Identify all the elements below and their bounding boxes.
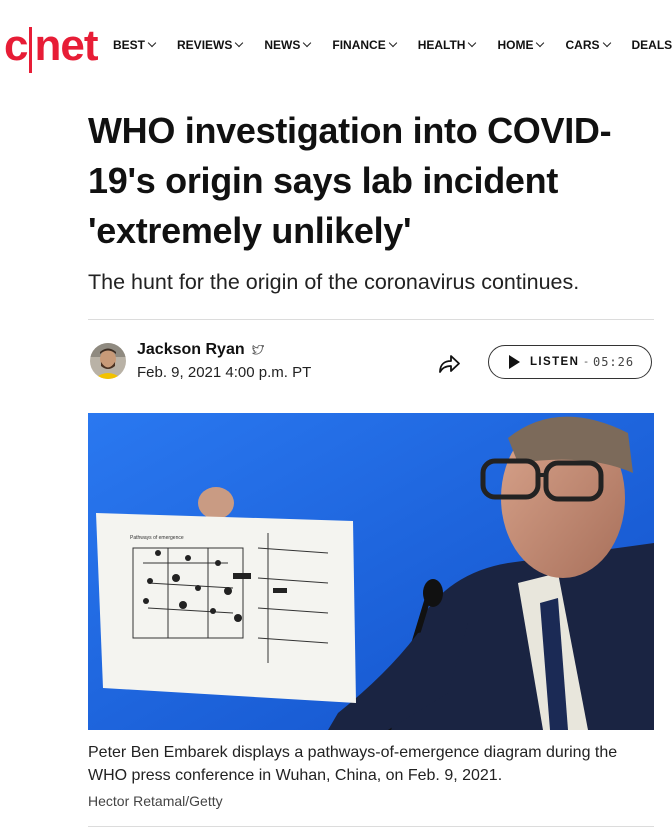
article-hero-image[interactable]: Pathways of emergence bbox=[88, 413, 654, 730]
listen-button[interactable]: LISTEN - 05:26 bbox=[488, 345, 652, 379]
share-button[interactable] bbox=[436, 353, 462, 375]
chevron-down-icon bbox=[468, 38, 477, 48]
image-credit: Hector Retamal/Getty bbox=[88, 793, 223, 809]
nav-item-home[interactable]: HOME bbox=[497, 38, 545, 52]
author-byline: Jackson Ryan bbox=[137, 341, 264, 359]
nav-item-health[interactable]: HEALTH bbox=[418, 38, 477, 52]
image-caption: Peter Ben Embarek displays a pathways-of… bbox=[88, 744, 618, 784]
chevron-down-icon bbox=[147, 38, 157, 48]
article-headline: WHO investigation into COVID-19's origin… bbox=[88, 110, 612, 251]
nav-item-best[interactable]: BEST bbox=[113, 38, 157, 52]
publish-date: Feb. 9, 2021 4:00 p.m. PT bbox=[137, 364, 312, 381]
play-icon bbox=[509, 355, 520, 369]
divider bbox=[88, 826, 654, 827]
chevron-down-icon bbox=[303, 38, 312, 48]
author-avatar[interactable] bbox=[90, 343, 126, 379]
listen-separator: - bbox=[584, 356, 588, 368]
cnet-logo[interactable]: c net bbox=[4, 14, 98, 78]
diagram-title: Pathways of emergence bbox=[130, 535, 184, 541]
site-header: c net BEST REVIEWS NEWS FINANCE HEALTH HO… bbox=[0, 0, 672, 96]
nav-item-reviews[interactable]: REVIEWS bbox=[177, 38, 244, 52]
chevron-down-icon bbox=[602, 38, 611, 48]
listen-label: LISTEN bbox=[530, 356, 580, 368]
share-arrow-icon bbox=[439, 355, 460, 373]
divider bbox=[88, 319, 654, 320]
nav-item-deals[interactable]: DEALS bbox=[632, 38, 672, 52]
article-subheadline: The hunt for the origin of the coronavir… bbox=[88, 270, 580, 294]
main-nav: BEST REVIEWS NEWS FINANCE HEALTH HOME CA… bbox=[113, 38, 672, 52]
chevron-down-icon bbox=[388, 38, 397, 48]
nav-item-news[interactable]: NEWS bbox=[264, 38, 312, 52]
author-name[interactable]: Jackson Ryan bbox=[137, 341, 245, 359]
listen-duration: 05:26 bbox=[592, 355, 635, 369]
nav-item-finance[interactable]: FINANCE bbox=[332, 38, 397, 52]
chevron-down-icon bbox=[235, 38, 244, 48]
nav-item-cars[interactable]: CARS bbox=[565, 38, 611, 52]
twitter-bird-icon[interactable] bbox=[251, 345, 264, 355]
chevron-down-icon bbox=[536, 38, 545, 48]
